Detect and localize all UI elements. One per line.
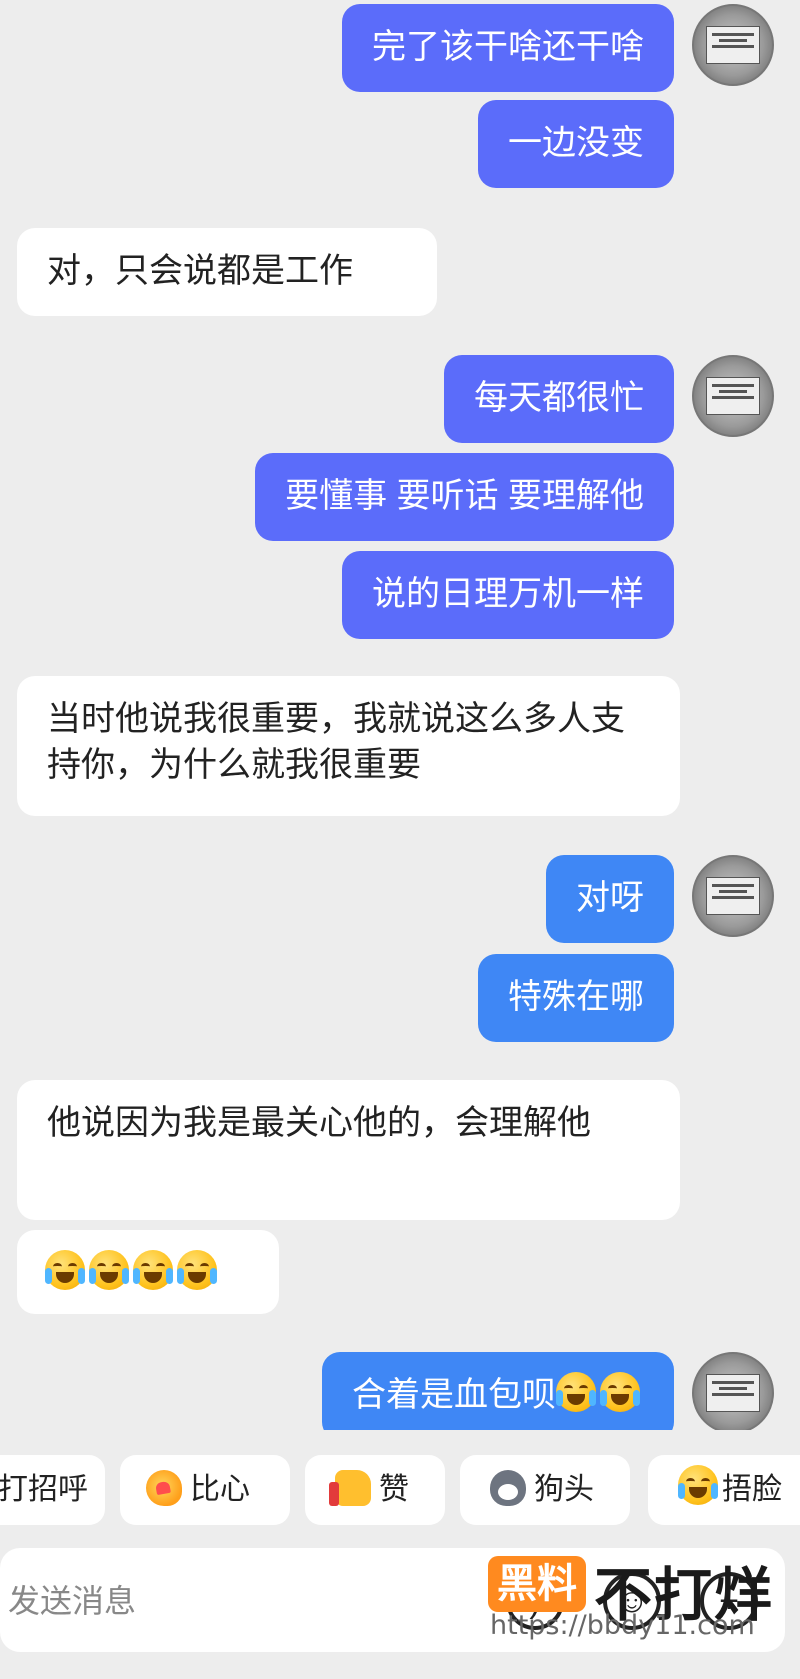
message-incoming[interactable]: 当时他说我很重要，我就说这么多人支持你，为什么就我很重要 xyxy=(17,676,680,816)
blush-heart-emoji xyxy=(146,1470,182,1506)
message-text: 合着是血包呗 xyxy=(352,1376,556,1414)
laugh-cry-emoji xyxy=(89,1250,129,1290)
quick-reply-goutou[interactable]: 狗头 xyxy=(460,1455,630,1525)
quick-reply-label: 捂脸 xyxy=(722,1473,782,1506)
message-incoming[interactable]: 他说因为我是最关心他的，会理解他 xyxy=(17,1080,680,1220)
self-avatar[interactable] xyxy=(692,1352,774,1430)
laugh-cry-emoji xyxy=(556,1372,596,1412)
facepalm-emoji xyxy=(678,1465,718,1505)
laugh-cry-emoji xyxy=(133,1250,173,1290)
quick-reply-label: 打招呼 xyxy=(0,1473,88,1506)
quick-reply-label: 赞 xyxy=(379,1473,409,1506)
quick-reply-greet[interactable]: 打招呼 xyxy=(0,1455,105,1525)
avatar-sign-icon xyxy=(706,26,760,64)
laugh-cry-emoji xyxy=(45,1250,85,1290)
watermark-badge: 黑料 xyxy=(488,1556,586,1612)
message-outgoing[interactable]: 一边没变 xyxy=(478,100,674,188)
quick-reply-wulian[interactable]: 捂脸 xyxy=(648,1455,800,1525)
quick-reply-label: 狗头 xyxy=(534,1473,594,1506)
quick-reply-zan[interactable]: 赞 xyxy=(305,1455,445,1525)
self-avatar[interactable] xyxy=(692,855,774,937)
laugh-cry-emoji xyxy=(600,1372,640,1412)
avatar-sign-icon xyxy=(706,877,760,915)
message-outgoing[interactable]: 说的日理万机一样 xyxy=(342,551,674,639)
quick-reply-bixin[interactable]: 比心 xyxy=(120,1455,290,1525)
message-outgoing[interactable]: 要懂事 要听话 要理解他 xyxy=(255,453,674,541)
message-input[interactable] xyxy=(0,1548,470,1654)
message-outgoing[interactable]: 合着是血包呗 xyxy=(322,1352,674,1430)
message-incoming[interactable]: 对，只会说都是工作 xyxy=(17,228,437,316)
quick-reply-label: 比心 xyxy=(190,1473,250,1506)
watermark-url: https://bbdy11.com xyxy=(490,1610,755,1641)
self-avatar[interactable] xyxy=(692,355,774,437)
laugh-cry-emoji xyxy=(177,1250,217,1290)
doge-emoji xyxy=(490,1470,526,1506)
thumbs-up-emoji xyxy=(329,1470,371,1506)
self-avatar[interactable] xyxy=(692,4,774,86)
chat-area[interactable]: 完了该干啥还干啥 一边没变 对，只会说都是工作 每天都很忙 要懂事 要听话 要理… xyxy=(0,0,800,1430)
message-incoming-emoji[interactable] xyxy=(17,1230,279,1314)
avatar-sign-icon xyxy=(706,1374,760,1412)
message-outgoing[interactable]: 完了该干啥还干啥 xyxy=(342,4,674,92)
message-outgoing[interactable]: 特殊在哪 xyxy=(478,954,674,1042)
message-outgoing[interactable]: 每天都很忙 xyxy=(444,355,674,443)
avatar-sign-icon xyxy=(706,377,760,415)
message-outgoing[interactable]: 对呀 xyxy=(546,855,674,943)
